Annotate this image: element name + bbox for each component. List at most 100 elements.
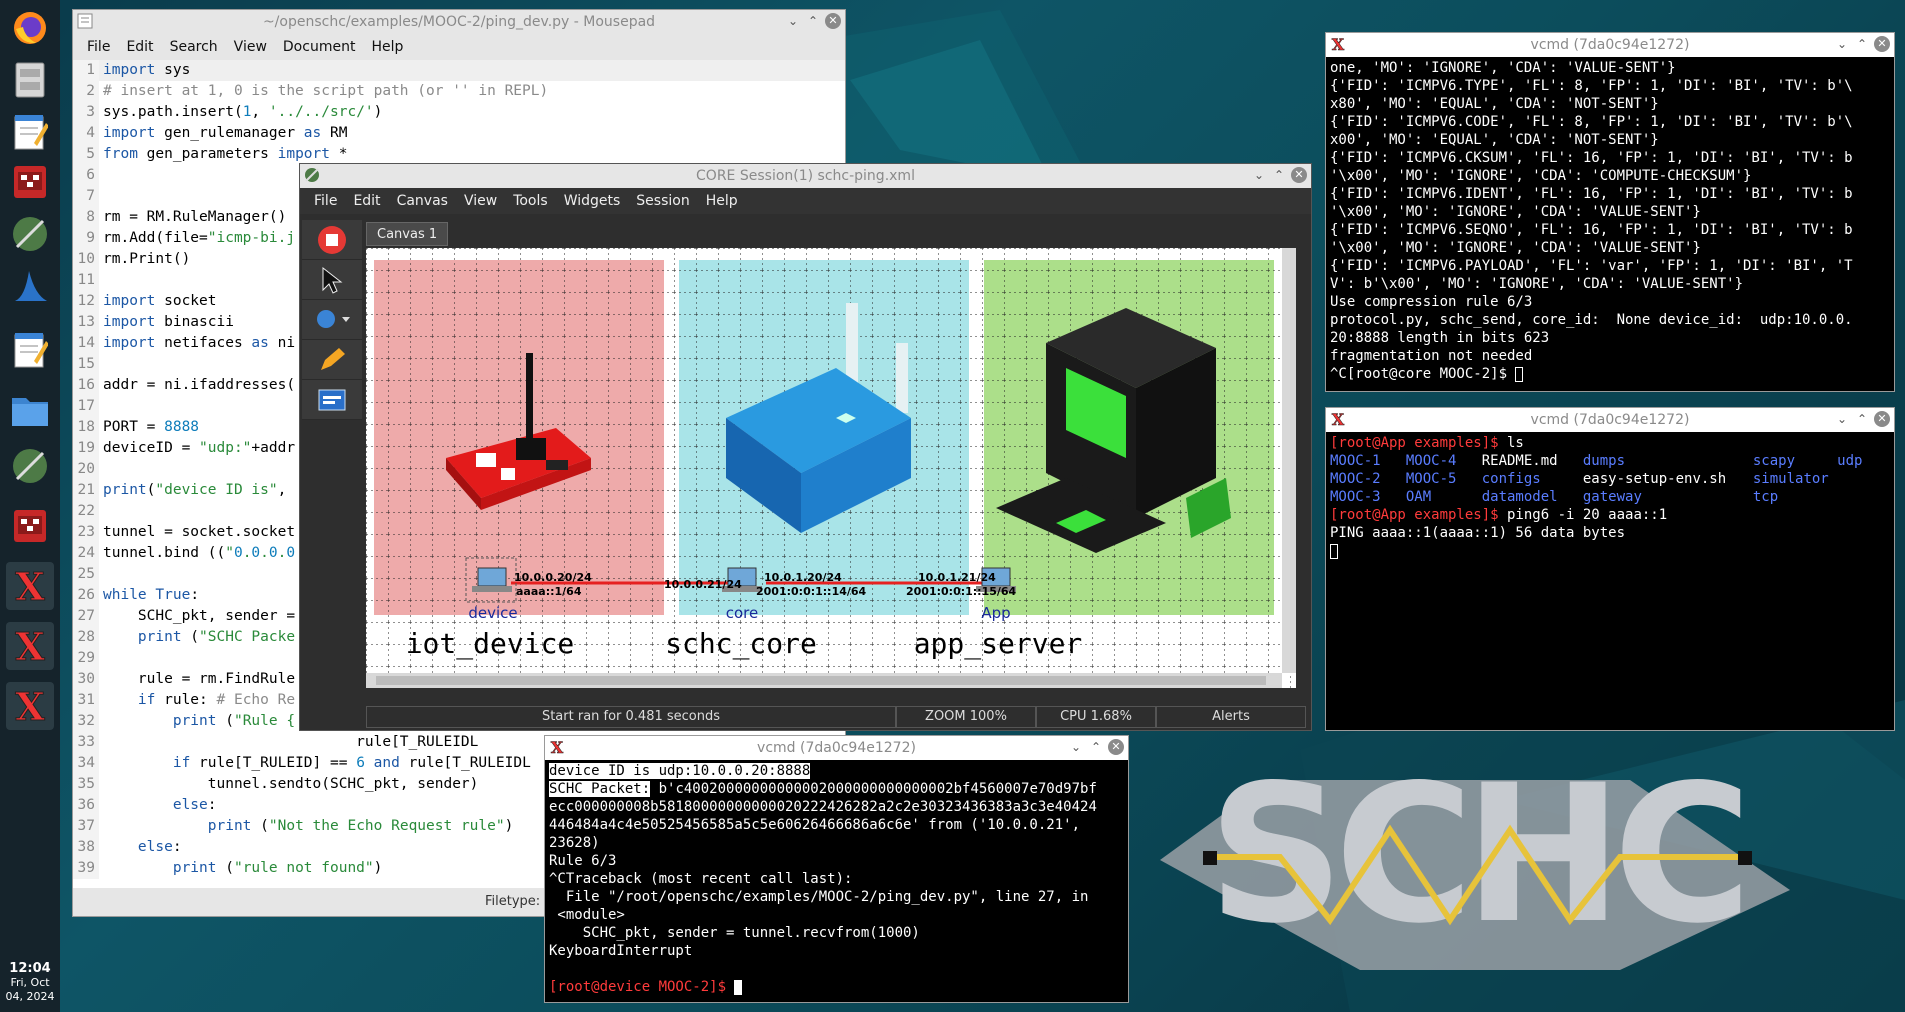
xterm-icon: X xyxy=(1332,411,1346,427)
menu-session[interactable]: Session xyxy=(628,193,697,209)
line-number: 38 xyxy=(73,837,99,858)
core-gui-icon[interactable] xyxy=(6,158,54,206)
ls-row: MOOC-1 MOOC-4 README.md dumps scapy udp xyxy=(1330,452,1892,470)
shell-command: ls xyxy=(1498,435,1524,451)
clock-day: Fri, Oct xyxy=(10,976,50,989)
output-line: one, 'MO': 'IGNORE', 'CDA': 'VALUE-SENT'… xyxy=(1330,60,1676,76)
app-node-label: App xyxy=(981,604,1010,622)
output-line: 23628) xyxy=(549,835,600,851)
xterm-icon[interactable]: X xyxy=(6,562,54,610)
ls-output: MOOC-1 MOOC-4 README.md dumps scapy udp MOOC-2… xyxy=(1330,452,1892,506)
minimize-button[interactable]: ⌄ xyxy=(785,13,801,29)
menu-file[interactable]: File xyxy=(79,39,118,55)
output-line: {'FID': 'ICMPV6.CODE', 'FL': 8, 'FP': 1,… xyxy=(1330,114,1853,130)
output-line: Rule 6/3 xyxy=(549,853,617,869)
terminal-titlebar[interactable]: X vcmd (7da0c94e1272) ⌄ ⌃ ✕ xyxy=(545,736,1128,760)
network-icon[interactable] xyxy=(6,442,54,490)
minimize-button[interactable]: ⌄ xyxy=(1068,739,1084,755)
zone-label-app-server: app_server xyxy=(914,627,1083,661)
device-addr2: aaaa::1/64 xyxy=(516,585,582,598)
network-canvas[interactable]: 10.0.0.20/24 aaaa::1/64 10.0.0.21/24 10.… xyxy=(366,248,1296,688)
ls-entry: scapy xyxy=(1752,453,1796,469)
terminal-output[interactable]: device ID is udp:10.0.0.20:8888 SCHC Pack… xyxy=(547,762,1126,1000)
output-line: x80', 'MO': 'EQUAL', 'CDA': 'NOT-SENT'} xyxy=(1330,96,1659,112)
line-number: 6 xyxy=(73,165,99,186)
taskbar: X X X 12:04 Fri, Oct 04, 2024 xyxy=(0,0,60,1012)
menu-edit[interactable]: Edit xyxy=(345,193,388,209)
core-gui-icon[interactable] xyxy=(6,502,54,550)
text-editor-icon[interactable] xyxy=(6,108,54,156)
tab-canvas-1[interactable]: Canvas 1 xyxy=(366,222,449,246)
maximize-button[interactable]: ⌃ xyxy=(1088,739,1104,755)
line-number: 1 xyxy=(73,60,99,81)
status-alerts[interactable]: Alerts xyxy=(1156,706,1306,728)
run-tool-button[interactable] xyxy=(302,380,362,420)
maximize-button[interactable]: ⌃ xyxy=(1854,36,1870,52)
output-line: {'FID': 'ICMPV6.TYPE', 'FL': 8, 'FP': 1,… xyxy=(1330,78,1853,94)
firefox-icon[interactable] xyxy=(6,4,54,52)
ls-entry: simulator xyxy=(1752,471,1829,487)
select-tool-button[interactable] xyxy=(302,260,362,300)
close-button[interactable]: ✕ xyxy=(1108,739,1124,755)
maximize-button[interactable]: ⌃ xyxy=(805,13,821,29)
menu-document[interactable]: Document xyxy=(275,39,364,55)
menu-search[interactable]: Search xyxy=(162,39,226,55)
code-text: from gen_parameters import * xyxy=(103,146,348,162)
code-text: PORT = 8888 xyxy=(103,419,200,435)
zone-label-schc-core: schc_core xyxy=(665,627,817,661)
maximize-button[interactable]: ⌃ xyxy=(1271,167,1287,183)
menu-help[interactable]: Help xyxy=(698,193,746,209)
menu-view[interactable]: View xyxy=(456,193,505,209)
menu-view[interactable]: View xyxy=(226,39,275,55)
core-menubar: File Edit Canvas View Tools Widgets Sess… xyxy=(300,188,1311,214)
file-cabinet-icon[interactable] xyxy=(6,56,54,104)
line-number: 29 xyxy=(73,648,99,669)
output-line: {'FID': 'ICMPV6.SEQNO', 'FL': 16, 'FP': … xyxy=(1330,222,1853,238)
svg-text:X: X xyxy=(15,567,45,605)
mousepad-titlebar[interactable]: ~/openschc/examples/MOOC-2/ping_dev.py -… xyxy=(73,10,845,34)
stop-session-button[interactable] xyxy=(302,220,362,260)
line-number: 28 xyxy=(73,627,99,648)
terminal-titlebar[interactable]: X vcmd (7da0c94e1272) ⌄ ⌃ ✕ xyxy=(1326,33,1894,57)
close-button[interactable]: ✕ xyxy=(1291,167,1307,183)
minimize-button[interactable]: ⌄ xyxy=(1834,411,1850,427)
text-cursor xyxy=(1330,543,1338,559)
text-editor-icon[interactable] xyxy=(6,326,54,374)
close-button[interactable]: ✕ xyxy=(825,13,841,29)
terminal-output[interactable]: one, 'MO': 'IGNORE', 'CDA': 'VALUE-SENT'… xyxy=(1328,59,1892,389)
shell-prompt: ^C[root@core MOOC-2]$ xyxy=(1330,366,1516,382)
code-text: import binascii xyxy=(103,314,234,330)
terminal-titlebar[interactable]: X vcmd (7da0c94e1272) ⌄ ⌃ ✕ xyxy=(1326,408,1894,432)
marker-tool-button[interactable] xyxy=(302,340,362,380)
status-filetype[interactable]: Filetype: xyxy=(485,894,540,909)
xterm-icon[interactable]: X xyxy=(6,622,54,670)
code-line: 4 import gen_rulemanager as RM xyxy=(73,123,845,144)
clock[interactable]: 12:04 Fri, Oct 04, 2024 xyxy=(0,961,60,1004)
line-number: 37 xyxy=(73,816,99,837)
menu-edit[interactable]: Edit xyxy=(118,39,161,55)
line-number: 33 xyxy=(73,732,99,753)
code-text: import gen_rulemanager as RM xyxy=(103,125,348,141)
minimize-button[interactable]: ⌄ xyxy=(1834,36,1850,52)
xterm-icon[interactable]: X xyxy=(6,682,54,730)
close-button[interactable]: ✕ xyxy=(1874,36,1890,52)
wireshark-icon[interactable] xyxy=(6,262,54,310)
ls-row: MOOC-2 MOOC-5 configs easy-setup-env.sh simu… xyxy=(1330,470,1892,488)
line-number: 17 xyxy=(73,396,99,417)
app-addr2: 2001:0:0:1::15/64 xyxy=(906,585,1017,598)
core-titlebar[interactable]: CORE Session(1) schc-ping.xml ⌄ ⌃ ✕ xyxy=(300,164,1311,188)
close-button[interactable]: ✕ xyxy=(1874,411,1890,427)
menu-file[interactable]: File xyxy=(306,193,345,209)
menu-canvas[interactable]: Canvas xyxy=(389,193,456,209)
folder-icon[interactable] xyxy=(6,386,54,434)
observer-tool-button[interactable] xyxy=(302,300,362,340)
terminal-output[interactable]: [root@App examples]$ ls MOOC-1 MOOC-4 READM… xyxy=(1328,434,1892,728)
line-number: 16 xyxy=(73,375,99,396)
network-icon[interactable] xyxy=(6,210,54,258)
minimize-button[interactable]: ⌄ xyxy=(1251,167,1267,183)
menu-help[interactable]: Help xyxy=(363,39,411,55)
terminal-title: vcmd (7da0c94e1272) xyxy=(1530,412,1690,428)
maximize-button[interactable]: ⌃ xyxy=(1854,411,1870,427)
menu-tools[interactable]: Tools xyxy=(505,193,556,209)
menu-widgets[interactable]: Widgets xyxy=(556,193,629,209)
